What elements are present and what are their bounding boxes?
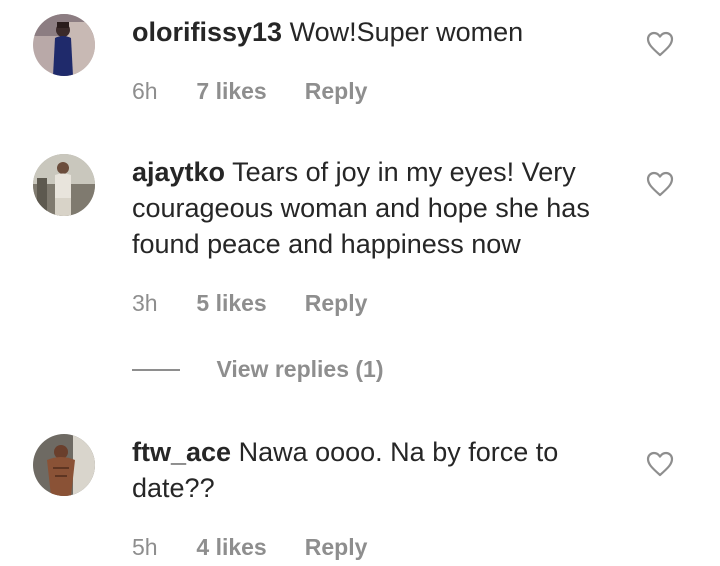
view-replies-label[interactable]: View replies (1) [216, 356, 383, 383]
comment-meta: 3h 5 likes Reply [132, 290, 367, 317]
comment-likes[interactable]: 4 likes [196, 534, 298, 561]
avatar[interactable] [33, 14, 95, 76]
avatar[interactable] [33, 154, 95, 216]
comment-username[interactable]: ftw_ace [132, 437, 231, 467]
avatar[interactable] [33, 434, 95, 496]
comment-likes[interactable]: 7 likes [196, 78, 298, 105]
heart-outline-icon[interactable] [646, 31, 674, 57]
comment-meta: 5h 4 likes Reply [132, 534, 367, 561]
comment-likes[interactable]: 5 likes [196, 290, 298, 317]
comment-username[interactable]: olorifissy13 [132, 17, 282, 47]
comment-username[interactable]: ajaytko [132, 157, 225, 187]
comment-timestamp: 3h [132, 290, 158, 316]
comment-timestamp: 6h [132, 78, 158, 104]
comment-text-block: ajaytko Tears of joy in my eyes! Very co… [132, 154, 622, 262]
divider-line [132, 368, 180, 371]
comment-text-block: olorifissy13 Wow!Super women [132, 14, 622, 50]
reply-button[interactable]: Reply [305, 290, 368, 317]
comment-timestamp: 5h [132, 534, 158, 560]
comment-text-block: ftw_ace Nawa oooo. Na by force to date?? [132, 434, 622, 506]
reply-button[interactable]: Reply [305, 534, 368, 561]
comment-meta: 6h 7 likes Reply [132, 78, 367, 105]
heart-outline-icon[interactable] [646, 171, 674, 197]
comment-body: Wow!Super women [289, 17, 524, 47]
comment-item: olorifissy13 Wow!Super women 6h 7 likes … [0, 0, 720, 130]
reply-button[interactable]: Reply [305, 78, 368, 105]
heart-outline-icon[interactable] [646, 451, 674, 477]
view-replies-button[interactable]: View replies (1) [132, 356, 384, 386]
